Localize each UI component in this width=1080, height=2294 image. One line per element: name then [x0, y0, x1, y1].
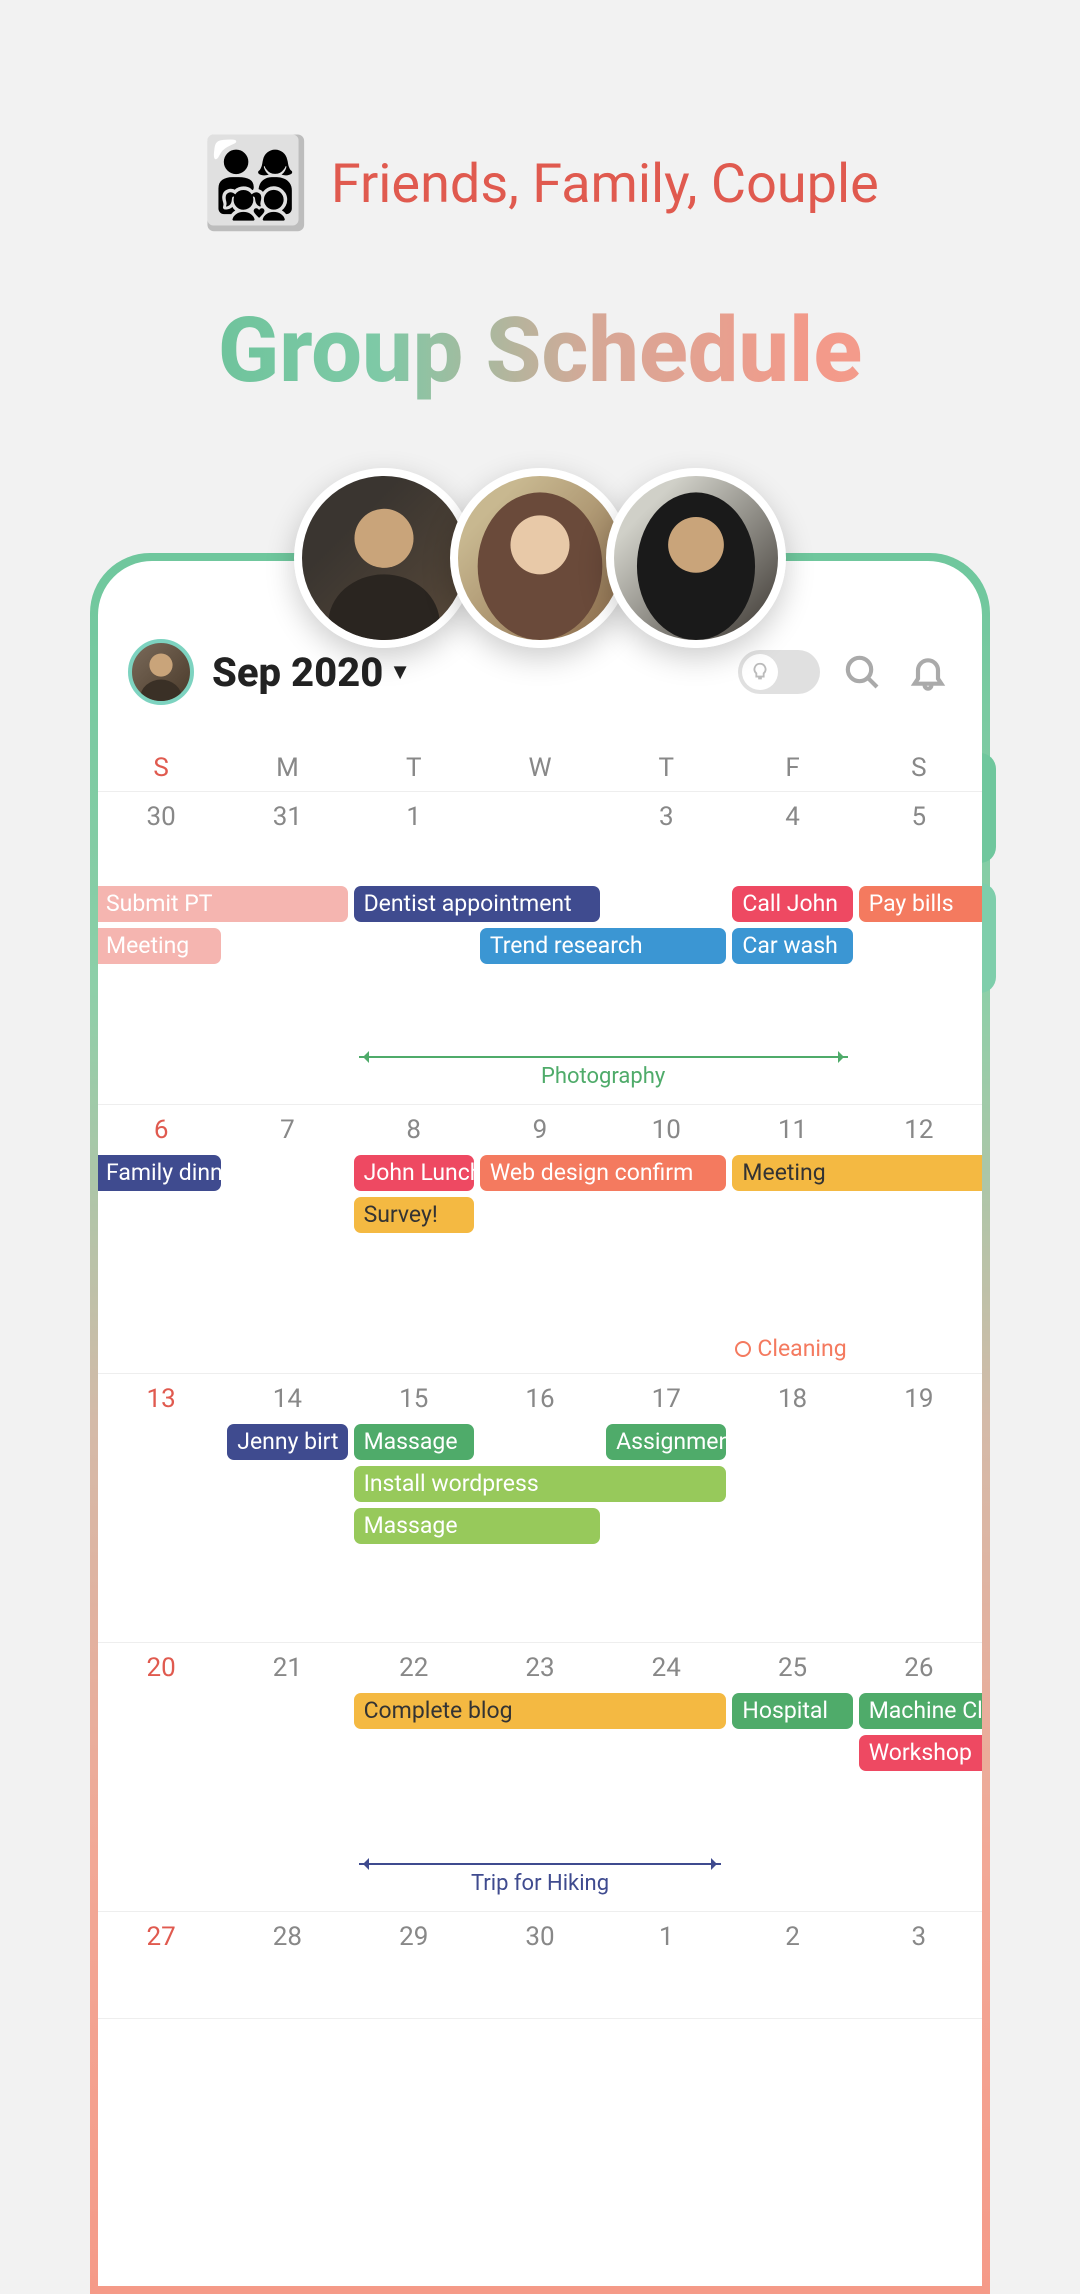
- calendar-event[interactable]: Call John: [732, 886, 852, 922]
- day-cell[interactable]: 12: [856, 1105, 982, 1155]
- day-cell[interactable]: 29: [351, 1912, 477, 1962]
- slogan-text: Friends, Family, Couple: [331, 153, 879, 216]
- calendar-event[interactable]: Massage: [354, 1424, 474, 1460]
- day-cell[interactable]: 27: [98, 1912, 224, 1962]
- calendar-week: 6789101112 Family dinn John Lunch Survey!We…: [98, 1105, 982, 1374]
- chevron-down-icon: ▼: [389, 659, 411, 685]
- bell-icon: [908, 652, 948, 692]
- calendar-grid: 303112345Submit PTMeetingDentist appoint…: [98, 792, 982, 2019]
- day-cell[interactable]: 18: [729, 1374, 855, 1424]
- day-cell[interactable]: 17: [603, 1374, 729, 1424]
- day-cell[interactable]: 15: [351, 1374, 477, 1424]
- day-cell[interactable]: 25: [729, 1643, 855, 1693]
- weekday-label: F: [729, 745, 855, 791]
- day-cell[interactable]: 21: [224, 1643, 350, 1693]
- day-cell[interactable]: 30: [477, 1912, 603, 1962]
- app-screen: Sep 2020 ▼ SMTWTFS 303112345Submit PTMee…: [98, 561, 982, 2286]
- calendar-week: 13141516171819Jenny birtMassageAssignmen…: [98, 1374, 982, 1643]
- theme-toggle[interactable]: [738, 650, 820, 694]
- calendar-event[interactable]: Hospital: [732, 1693, 852, 1729]
- day-cell[interactable]: 1: [603, 1912, 729, 1962]
- profile-avatar[interactable]: [128, 639, 194, 705]
- calendar-event[interactable]: Family dinn: [98, 1155, 221, 1191]
- calendar-event[interactable]: John Lunch: [354, 1155, 474, 1191]
- weekday-label: T: [603, 745, 729, 791]
- calendar-event[interactable]: Pay bills: [859, 886, 982, 922]
- calendar-event[interactable]: Dentist appointment: [354, 886, 601, 922]
- calendar-week: 27282930123: [98, 1912, 982, 2019]
- calendar-event[interactable]: Car wash: [732, 928, 852, 964]
- day-cell[interactable]: 10: [603, 1105, 729, 1155]
- recur-icon: [735, 1341, 751, 1357]
- weekday-label: S: [856, 745, 982, 791]
- calendar-event[interactable]: Assignmen: [606, 1424, 726, 1460]
- search-icon: [842, 652, 882, 692]
- bulb-icon: [749, 661, 771, 683]
- day-cell[interactable]: 7: [224, 1105, 350, 1155]
- day-cell[interactable]: 13: [98, 1374, 224, 1424]
- search-button[interactable]: [838, 648, 886, 696]
- day-cell[interactable]: 8: [351, 1105, 477, 1155]
- calendar-event[interactable]: Meeting: [732, 1155, 982, 1191]
- page-title: Group Schedule: [0, 298, 1080, 403]
- multi-day-event[interactable]: Trip for Hiking: [98, 1863, 982, 1864]
- weekday-header: SMTWTFS: [98, 745, 982, 792]
- group-avatars: [306, 468, 774, 648]
- calendar-event[interactable]: Web design confirm: [480, 1155, 727, 1191]
- month-label: Sep 2020: [212, 649, 383, 696]
- day-cell[interactable]: 2: [477, 792, 603, 886]
- calendar-week: 303112345 Submit PT Meeting Dentist appoint…: [98, 792, 982, 1105]
- family-icon: 👨‍👩‍👧‍👦: [201, 140, 311, 228]
- month-selector[interactable]: Sep 2020 ▼: [212, 649, 411, 696]
- day-cell[interactable]: 3: [856, 1912, 982, 1962]
- day-cell[interactable]: 22: [351, 1643, 477, 1693]
- calendar-week: 20212223242526 Complete blogHospitalMachi…: [98, 1643, 982, 1912]
- day-cell[interactable]: 9: [477, 1105, 603, 1155]
- recurring-event[interactable]: Cleaning: [735, 1335, 846, 1362]
- day-cell[interactable]: 26: [856, 1643, 982, 1693]
- calendar-event[interactable]: Complete blog: [354, 1693, 727, 1729]
- day-cell[interactable]: 24: [603, 1643, 729, 1693]
- day-cell[interactable]: 20: [98, 1643, 224, 1693]
- calendar-event[interactable]: Install wordpress: [354, 1466, 727, 1502]
- day-cell[interactable]: 4: [729, 792, 855, 886]
- calendar-event[interactable]: Machine Cl: [859, 1693, 982, 1729]
- calendar-event[interactable]: Workshop: [859, 1735, 982, 1771]
- day-cell[interactable]: 23: [477, 1643, 603, 1693]
- day-cell[interactable]: 2: [729, 1912, 855, 1962]
- day-cell[interactable]: 3: [603, 792, 729, 886]
- day-cell[interactable]: 28: [224, 1912, 350, 1962]
- multi-day-event[interactable]: Photography: [98, 1056, 982, 1057]
- avatar: [606, 468, 786, 648]
- day-cell[interactable]: 11: [729, 1105, 855, 1155]
- day-cell[interactable]: 30: [98, 792, 224, 886]
- calendar-event[interactable]: Meeting: [98, 928, 221, 964]
- phone-frame: Sep 2020 ▼ SMTWTFS 303112345Submit PTMee…: [90, 553, 990, 2294]
- slogan: 👨‍👩‍👧‍👦 Friends, Family, Couple: [0, 140, 1080, 228]
- day-cell[interactable]: 16: [477, 1374, 603, 1424]
- weekday-label: M: [224, 745, 350, 791]
- day-cell[interactable]: 1: [351, 792, 477, 886]
- avatar: [294, 468, 474, 648]
- notifications-button[interactable]: [904, 648, 952, 696]
- avatar: [450, 468, 630, 648]
- calendar-event[interactable]: Survey!: [354, 1197, 474, 1233]
- calendar-event[interactable]: Massage: [354, 1508, 601, 1544]
- calendar-event[interactable]: Jenny birt: [227, 1424, 347, 1460]
- weekday-label: T: [351, 745, 477, 791]
- day-cell[interactable]: 6: [98, 1105, 224, 1155]
- weekday-label: S: [98, 745, 224, 791]
- day-cell[interactable]: 5: [856, 792, 982, 886]
- day-cell[interactable]: 19: [856, 1374, 982, 1424]
- calendar-event[interactable]: Trend research: [480, 928, 727, 964]
- day-cell[interactable]: 31: [224, 792, 350, 886]
- day-cell[interactable]: 14: [224, 1374, 350, 1424]
- calendar-event[interactable]: Submit PT: [98, 886, 348, 922]
- weekday-label: W: [477, 745, 603, 791]
